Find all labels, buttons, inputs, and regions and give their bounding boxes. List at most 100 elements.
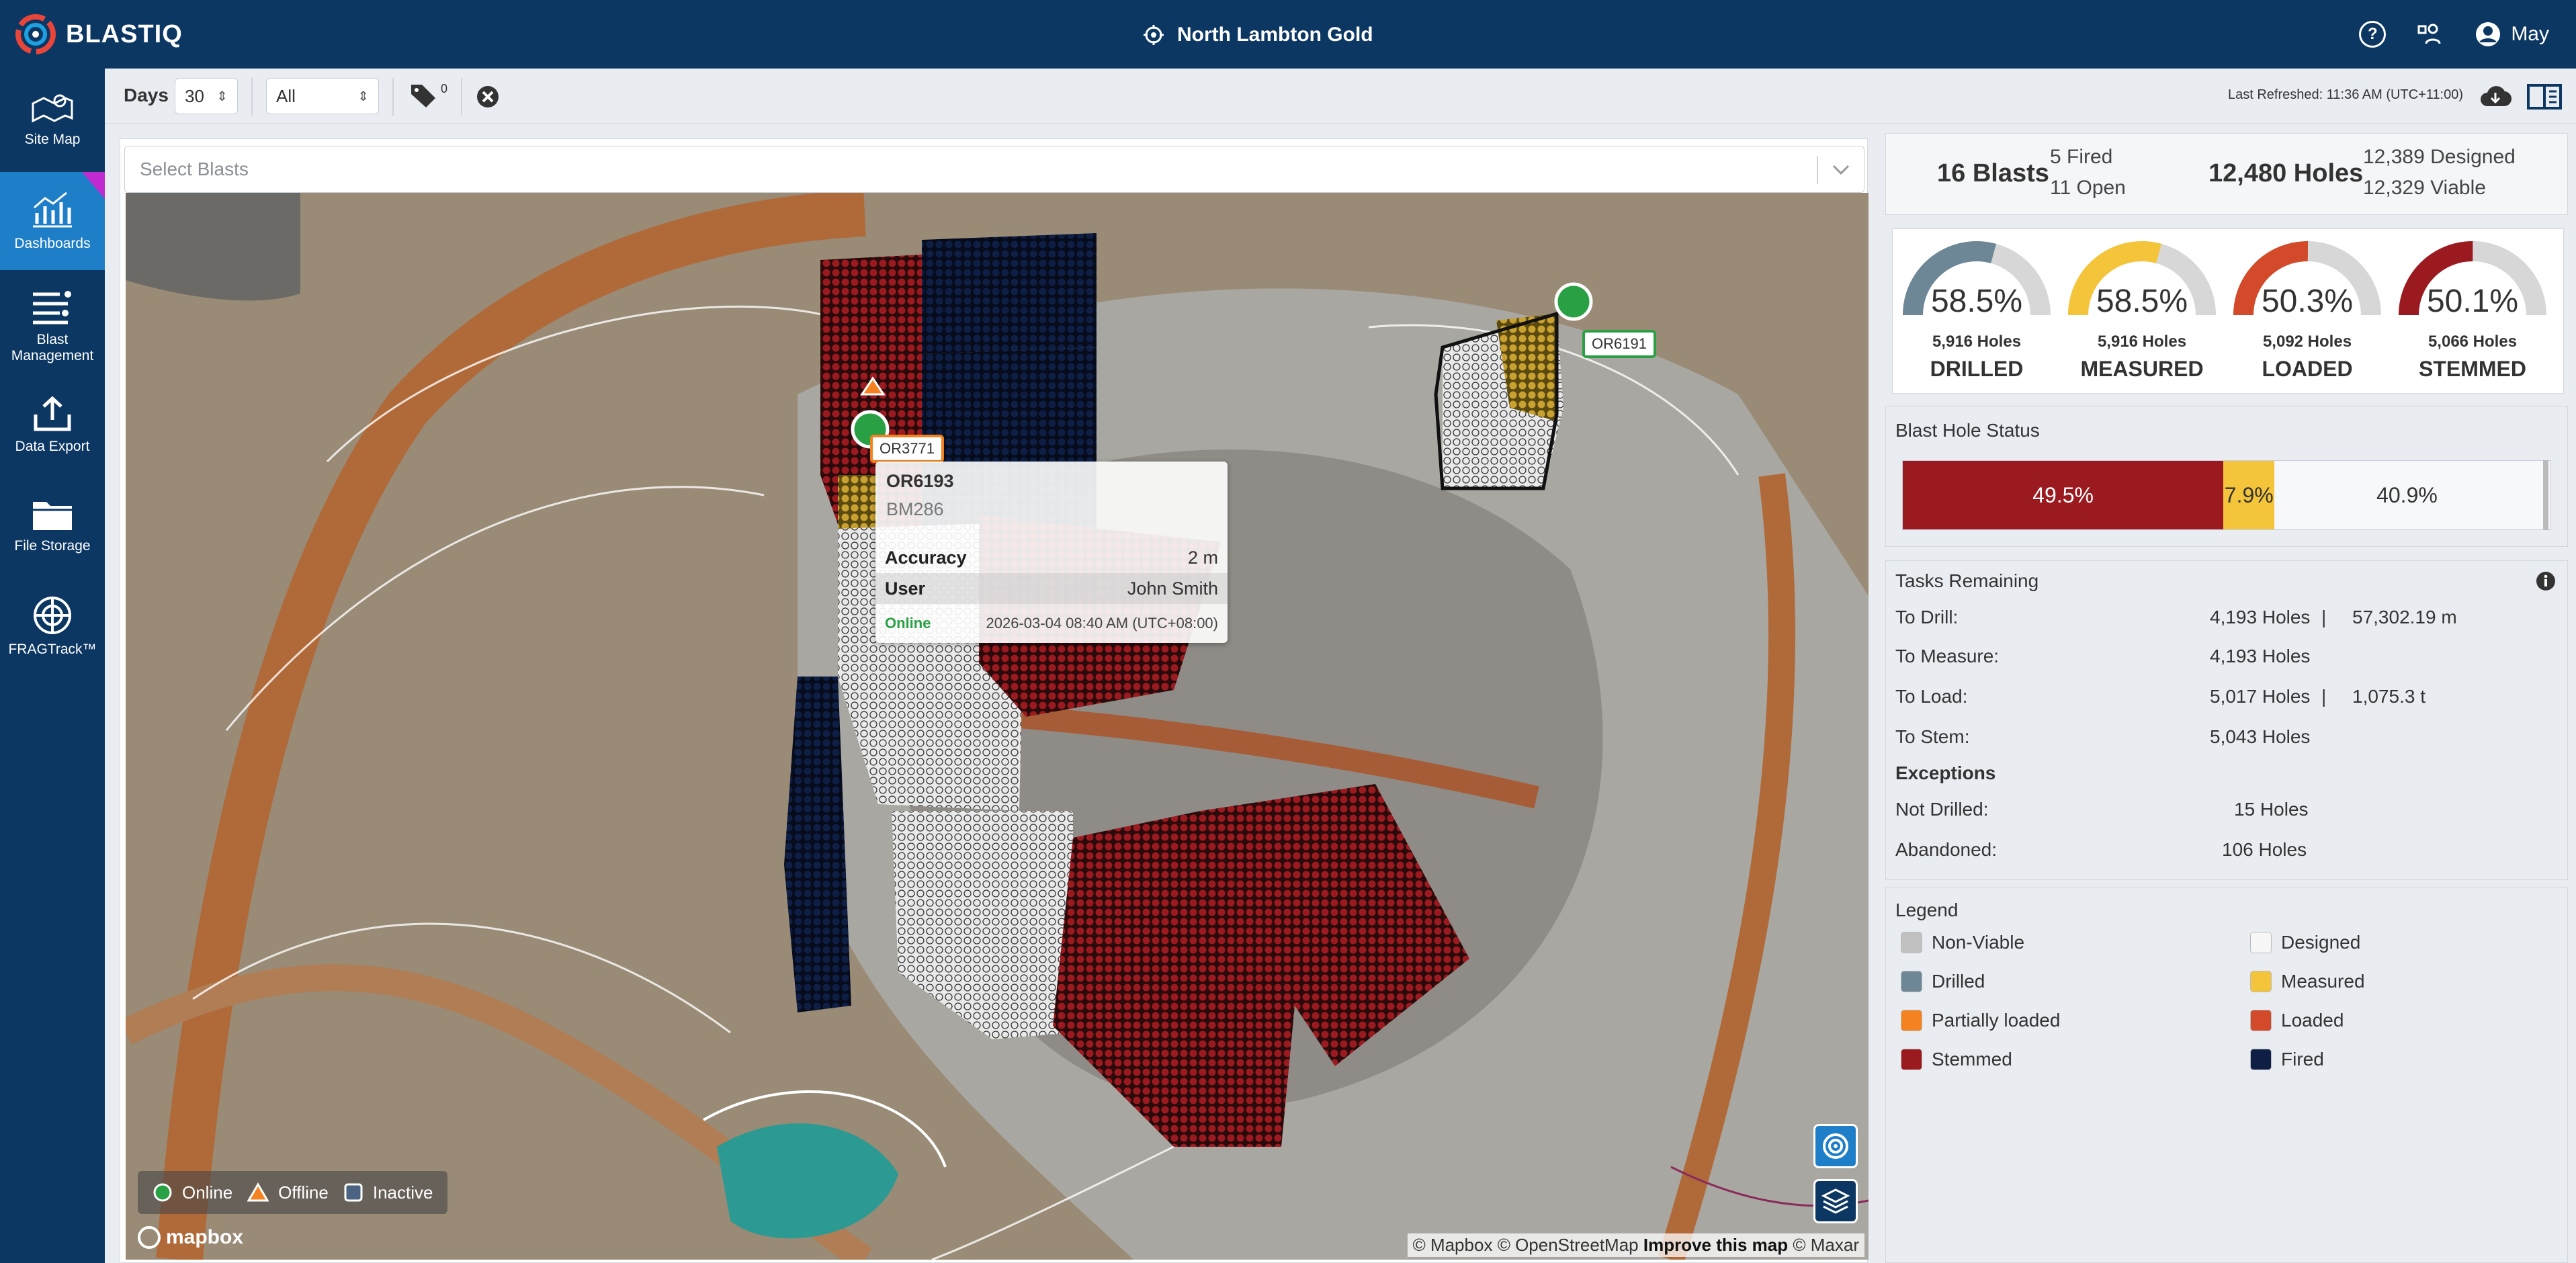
days-select[interactable]: 30 ⇕ [175,78,238,114]
status-segment-designed[interactable]: 40.9% [2274,461,2540,529]
divider [392,78,394,116]
select-blasts-dropdown[interactable]: Select Blasts [124,146,1864,193]
task-to-drill-meters: 57,302.19 m [2352,607,2457,627]
divider [461,78,462,116]
status-segment-measured[interactable]: 7.9% [2223,461,2275,529]
folder-icon [33,502,72,530]
legend-swatch [2250,971,2272,992]
mapbox-logo[interactable]: mapbox [138,1226,243,1249]
sidebar-item-fragtrack[interactable]: FRAGTrack™ [0,586,105,666]
user-menu[interactable]: May [2475,21,2549,48]
site-name: North Lambton Gold [1177,24,1373,46]
cloud-download-icon[interactable] [2479,83,2511,109]
list-icon [33,291,71,324]
task-to-stem-label: To Stem: [1895,726,1970,747]
help-icon[interactable]: ? [2359,21,2387,48]
tooltip-timestamp: 2026-03-04 08:40 AM (UTC+08:00) [986,615,1218,632]
last-refreshed: Last Refreshed: 11:36 AM (UTC+11:00) [2228,87,2463,102]
hole-tooltip: OR6193 BM286 Accuracy 2 m User John Smith … [875,462,1228,643]
gauge-loaded: 50.3% 5,092 Holes LOADED [2230,229,2385,394]
sidebar-item-data-export[interactable]: Data Export [0,384,105,465]
online-dot-icon [153,1183,172,1202]
attribution-osm[interactable]: © OpenStreetMap [1498,1235,1639,1255]
task-to-load-holes: 5,017 Holes [2210,686,2311,707]
tooltip-subtitle: BM286 [886,499,944,519]
location-target-icon [1144,25,1164,45]
attribution-mapbox[interactable]: © Mapbox [1413,1235,1493,1255]
task-to-stem-holes: 5,043 Holes [2210,726,2311,747]
sort-caret-icon: ⇕ [357,89,369,104]
panel-title: Tasks Remaining [1895,570,2039,591]
divider [251,78,253,116]
improve-map-link[interactable]: Improve this map [1643,1235,1788,1255]
scroll-indicator[interactable] [2543,460,2548,530]
exceptions-title: Exceptions [1895,763,1996,783]
site-selector[interactable]: North Lambton Gold [1142,16,1373,54]
tooltip-accuracy-row: Accuracy 2 m [885,547,1218,568]
chart-icon [33,191,72,228]
designed-count: 12,389 Designed [2363,146,2516,168]
task-separator: | [2321,686,2327,707]
upload-icon [34,396,71,431]
panel-title: Blast Hole Status [1895,420,2040,441]
exception-not-drilled-label: Not Drilled: [1895,799,1989,820]
status-bar: 49.5% 7.9% 40.9% [1902,460,2551,530]
sidebar-item-site-map[interactable]: Site Map [0,81,105,159]
sidebar-item-blast-management[interactable]: Blast Management [0,275,105,378]
app-logo[interactable]: BLASTIQ [15,12,183,56]
exception-abandoned-holes: 106 Holes [2222,839,2307,860]
legend-swatch [2250,932,2272,953]
task-separator: | [2321,607,2327,627]
radar-icon [1823,1133,1848,1159]
exception-not-drilled-holes: 15 Holes [2234,799,2309,820]
task-to-load-label: To Load: [1895,686,1968,707]
book-icon[interactable] [2526,83,2563,110]
tag-filter[interactable]: 0 [409,82,447,109]
info-icon[interactable] [2535,570,2557,592]
sidebar-item-dashboards[interactable]: Dashboards [0,172,105,270]
type-select[interactable]: All ⇕ [266,78,379,114]
legend-swatch [1901,1049,1922,1070]
layers-icon [1821,1188,1850,1214]
map-status-legend: Online Offline Inactive [138,1171,448,1214]
task-to-drill-label: To Drill: [1895,607,1959,627]
legend-partially-loaded: Partially loaded [1901,1010,2060,1031]
map-panel: Select Blasts OR6191 OR3771 OR6193 BM286… [120,138,1869,1263]
viable-count: 12,329 Viable [2363,177,2486,199]
map-layers-button[interactable] [1813,1179,1858,1223]
tasks-remaining-panel: Tasks Remaining To Drill: 4,193 Holes | … [1885,560,2568,880]
tag-count: 0 [441,82,448,95]
legend-swatch [1901,971,1922,992]
days-label: Days [124,85,169,105]
sort-caret-icon: ⇕ [216,89,228,104]
filter-bar: Days 30 ⇕ All ⇕ 0 Last Refreshed: 11:36 AM… [105,69,2576,124]
fired-count: 5 Fired [2050,146,2113,168]
sidebar-item-file-storage[interactable]: File Storage [0,485,105,566]
gauge-measured: 58.5% 5,916 Holes MEASURED [2065,229,2219,394]
attribution-maxar[interactable]: © Maxar [1793,1235,1859,1255]
legend-panel: Legend Non-Viable Designed Drilled Measu… [1885,887,2568,1263]
top-bar: BLASTIQ North Lambton Gold ? May [0,0,2576,69]
map-target-button[interactable] [1813,1124,1858,1168]
status-segment-stemmed[interactable]: 49.5% [1903,461,2224,529]
app-name: BLASTIQ [66,19,183,48]
new-badge [82,172,105,199]
progress-gauges: 58.5% 5,916 Holes DRILLED 58.5% 5,916 Ho… [1892,228,2564,394]
task-to-measure-label: To Measure: [1895,646,2000,666]
open-count: 11 Open [2050,177,2126,199]
blast-count: 16 Blasts [1937,159,2049,187]
blast-tag-or6191[interactable]: OR6191 [1582,330,1656,358]
legend-fired: Fired [2250,1049,2324,1070]
user-name: May [2511,23,2549,45]
exception-abandoned-label: Abandoned: [1895,839,1998,860]
blast-tag-or3771[interactable]: OR3771 [870,435,944,463]
switch-user-icon[interactable] [2417,21,2444,48]
task-to-load-tonnes: 1,075.3 t [2352,686,2425,707]
offline-triangle-icon [247,1182,269,1202]
legend-swatch [2250,1010,2272,1031]
site-map[interactable]: OR6191 OR3771 OR6193 BM286 Accuracy 2 m U… [126,193,1869,1260]
sidebar: Site Map Dashboards Blast Management Dat… [0,69,105,1263]
legend-designed: Designed [2250,932,2360,953]
panel-title: Legend [1895,900,1959,920]
clear-filters-icon[interactable] [476,85,500,109]
